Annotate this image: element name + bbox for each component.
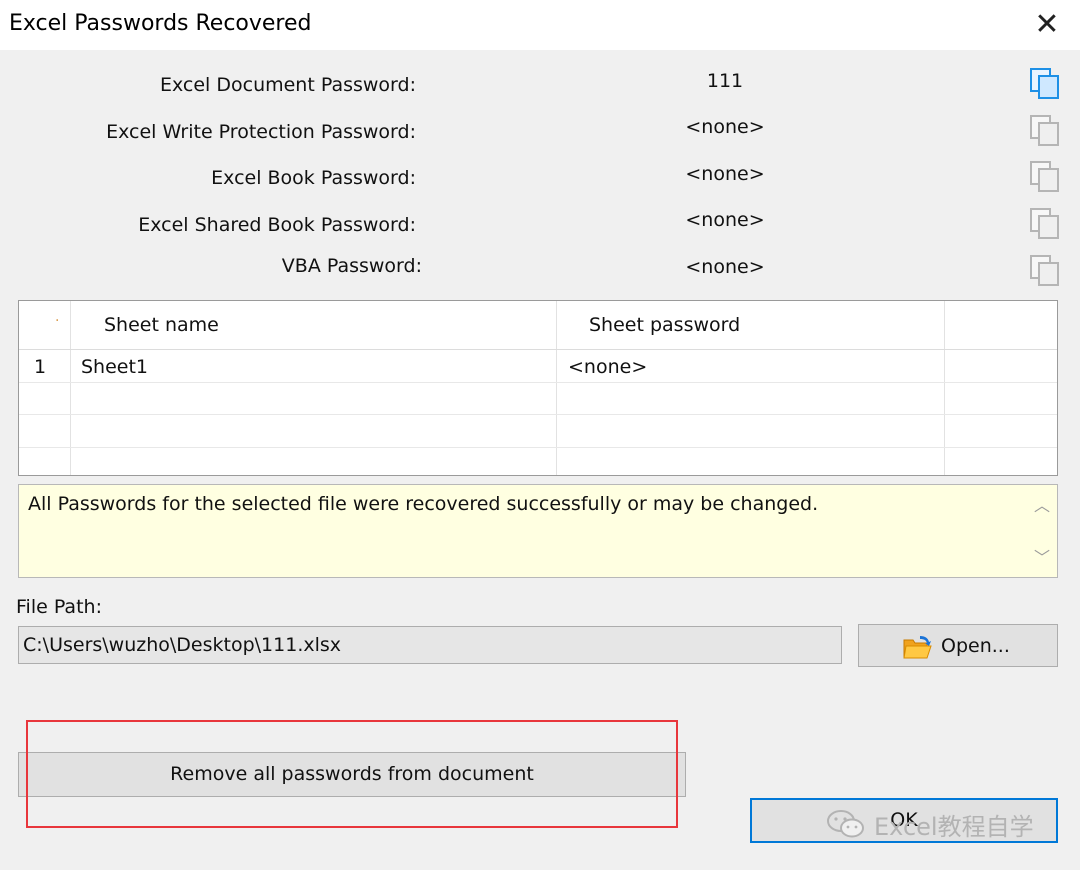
status-message: All Passwords for the selected file were…: [28, 493, 819, 515]
close-icon[interactable]: ✕: [1028, 6, 1066, 44]
sheets-table[interactable]: · Sheet name Sheet password 1 Sheet1 <no…: [18, 300, 1058, 476]
open-button[interactable]: Open...: [858, 624, 1058, 667]
remove-all-passwords-button[interactable]: Remove all passwords from document: [18, 752, 686, 797]
watermark-text: Excel教程自学: [874, 812, 1034, 841]
write-protection-password-value: <none>: [685, 116, 765, 138]
shared-book-password-value: <none>: [685, 209, 765, 231]
vba-password-value: <none>: [685, 256, 765, 278]
wechat-icon: [827, 810, 864, 838]
book-password-label: Excel Book Password:: [211, 167, 416, 189]
write-protection-password-label: Excel Write Protection Password:: [106, 121, 416, 143]
file-path-label: File Path:: [16, 596, 102, 618]
header-row-marker: ·: [55, 313, 60, 329]
vba-password-label: VBA Password:: [281, 255, 422, 277]
excel-passwords-dialog: Excel Passwords Recovered ✕ Excel Docume…: [0, 0, 1080, 870]
document-password-value: 111: [706, 70, 744, 92]
window-title: Excel Passwords Recovered: [9, 11, 312, 36]
book-password-value: <none>: [685, 163, 765, 185]
document-password-label: Excel Document Password:: [160, 74, 416, 96]
copy-icon[interactable]: [1028, 253, 1062, 287]
scroll-up-icon[interactable]: ︿: [1031, 495, 1053, 517]
row-index: 1: [34, 356, 47, 378]
scroll-down-icon[interactable]: ﹀: [1031, 547, 1053, 569]
title-bar: Excel Passwords Recovered ✕: [0, 0, 1080, 50]
column-header-sheet-password[interactable]: Sheet password: [589, 314, 740, 336]
sheet-password-cell[interactable]: <none>: [568, 356, 647, 378]
copy-icon[interactable]: [1028, 113, 1062, 147]
status-message-box: All Passwords for the selected file were…: [18, 484, 1058, 578]
copy-icon[interactable]: [1028, 206, 1062, 240]
column-header-sheet-name[interactable]: Sheet name: [104, 314, 219, 336]
copy-icon[interactable]: [1028, 66, 1062, 100]
open-button-label: Open...: [941, 635, 1010, 657]
file-path-input[interactable]: [18, 626, 842, 664]
watermark: Excel教程自学: [826, 806, 1034, 842]
sheet-name-cell[interactable]: Sheet1: [81, 356, 148, 378]
open-folder-icon: [903, 636, 932, 659]
shared-book-password-label: Excel Shared Book Password:: [138, 214, 416, 236]
copy-icon[interactable]: [1028, 159, 1062, 193]
